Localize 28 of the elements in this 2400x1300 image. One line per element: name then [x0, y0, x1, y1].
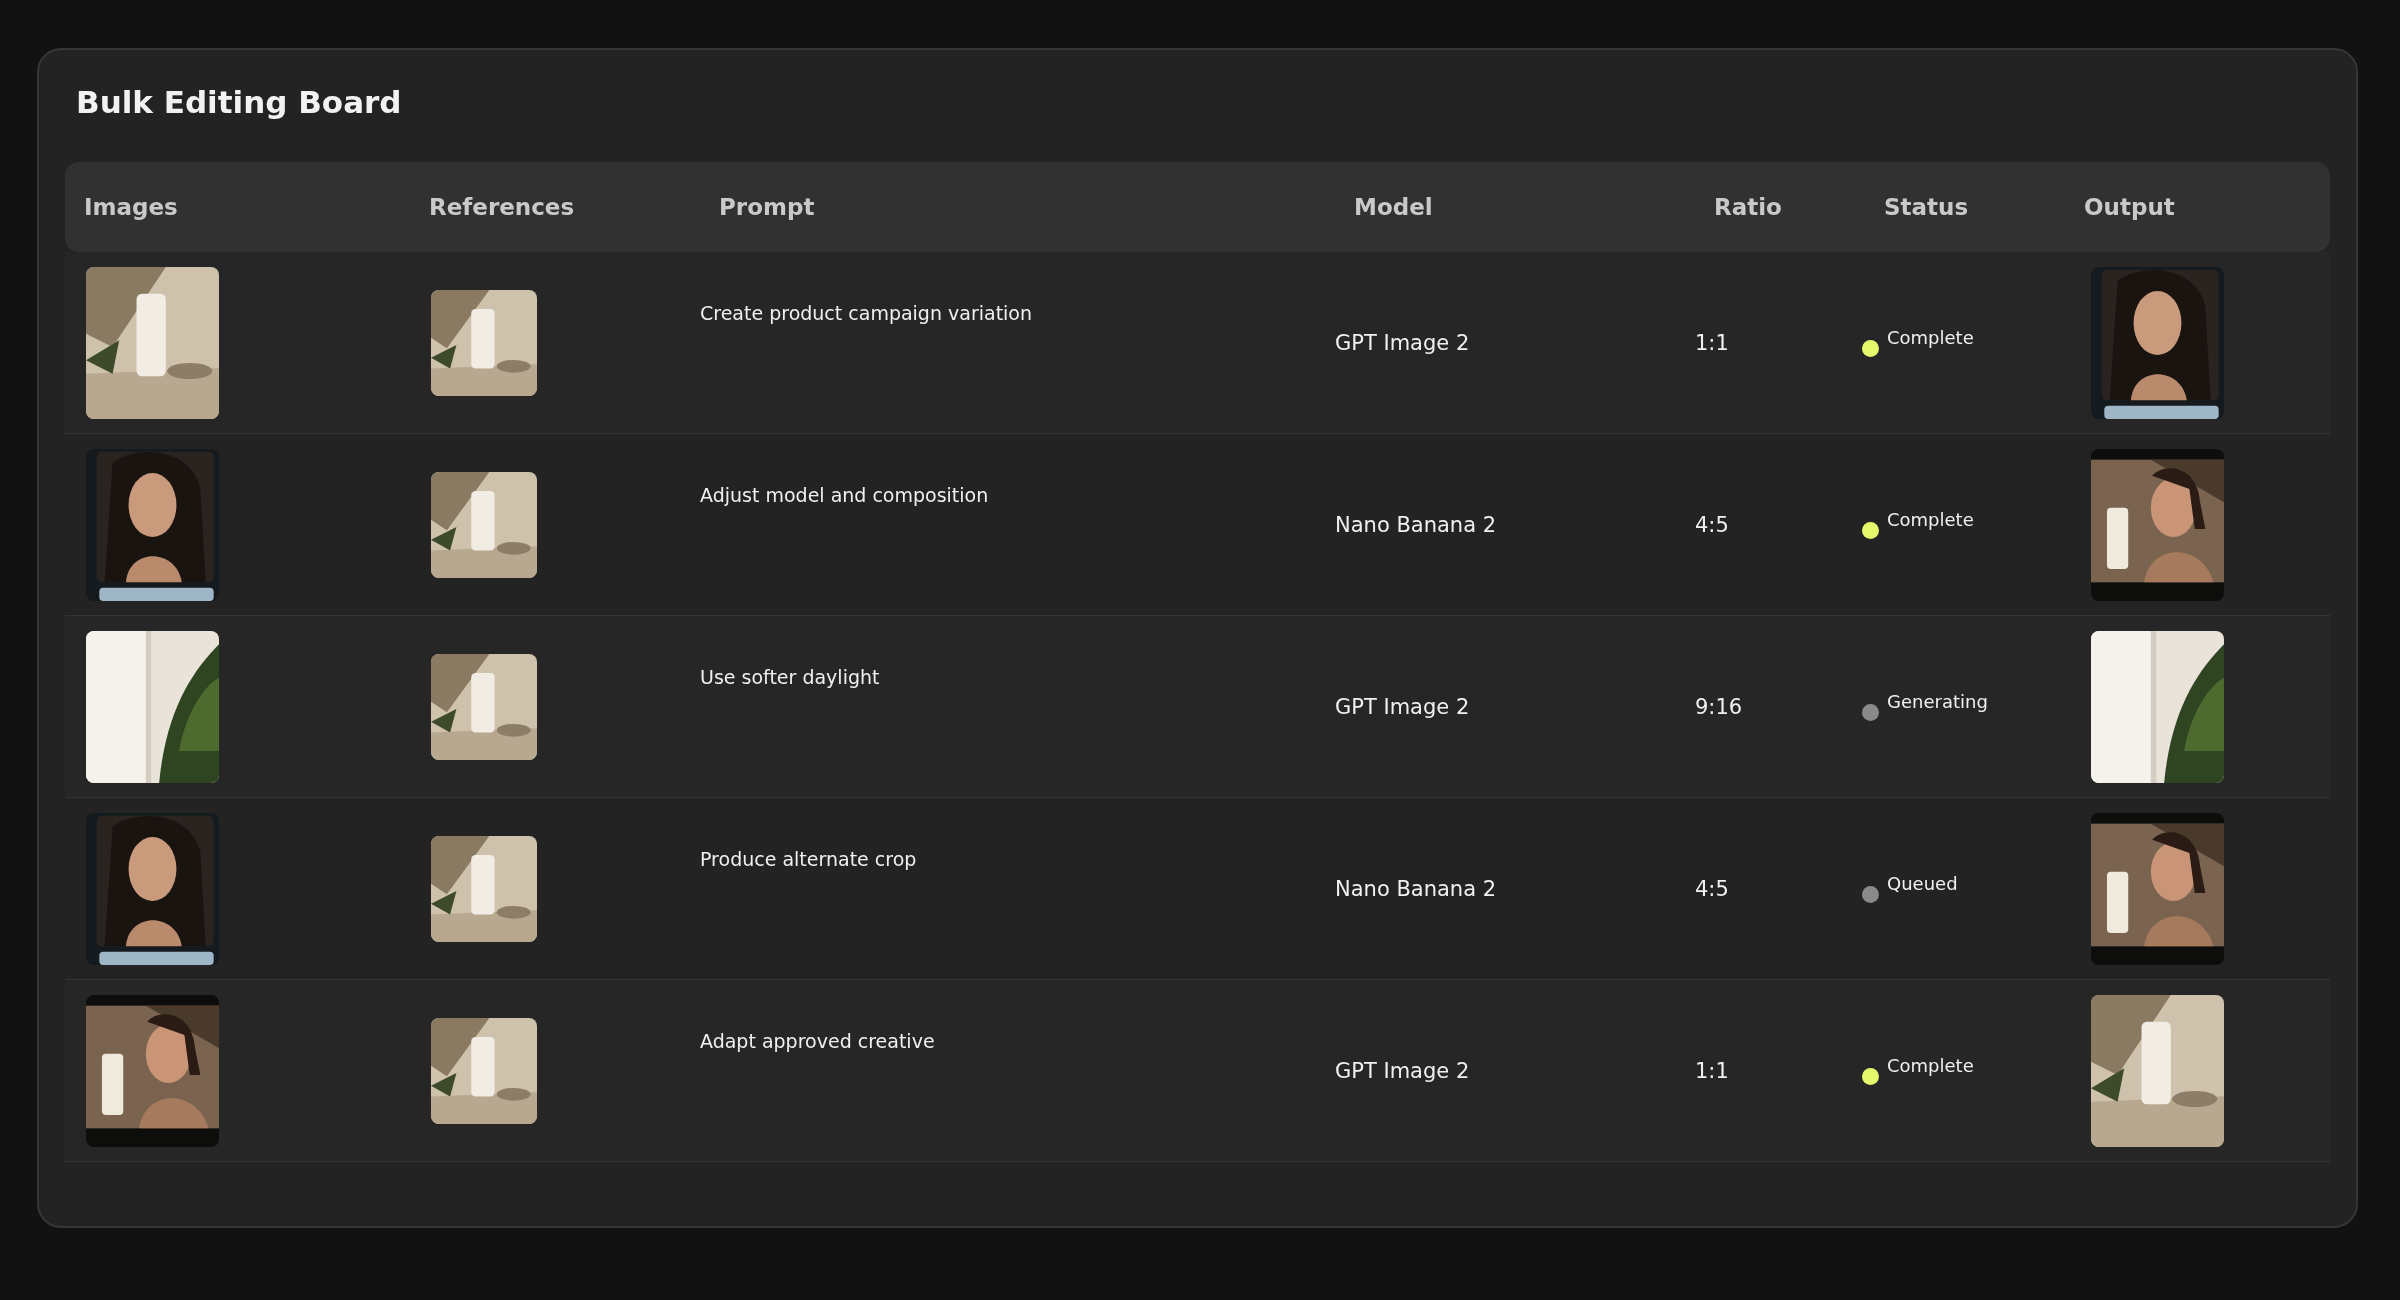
column-header: Prompt: [718, 194, 816, 220]
prompt-text: Produce alternate crop: [700, 848, 917, 870]
prompt-text: Adjust model and composition: [700, 484, 989, 506]
column-header: Images: [83, 194, 179, 220]
prompt-text: Adapt approved creative: [700, 1030, 935, 1052]
prompt-text: Use softer daylight: [700, 666, 880, 688]
status-label: Queued: [1887, 873, 1958, 894]
column-header: Status: [1883, 194, 1970, 220]
ratio-value: 4:5: [1695, 876, 1729, 901]
column-header: Output: [2083, 194, 2176, 220]
column-header: Ratio: [1713, 194, 1783, 220]
status-label: Complete: [1887, 1055, 1974, 1076]
status-label: Complete: [1887, 327, 1974, 348]
model-name: GPT Image 2: [1335, 1058, 1470, 1083]
status-label: Complete: [1887, 509, 1974, 530]
board-title: Bulk Editing Board: [75, 84, 403, 120]
model-name: Nano Banana 2: [1335, 512, 1497, 537]
prompt-text: Create product campaign variation: [700, 302, 1033, 324]
model-name: GPT Image 2: [1335, 694, 1470, 719]
ratio-value: 1:1: [1695, 1058, 1729, 1083]
ratio-value: 1:1: [1695, 330, 1729, 355]
column-header: Model: [1353, 194, 1434, 220]
status-label: Generating: [1887, 691, 1988, 712]
ratio-value: 9:16: [1695, 694, 1743, 719]
ratio-value: 4:5: [1695, 512, 1729, 537]
model-name: Nano Banana 2: [1335, 876, 1497, 901]
model-name: GPT Image 2: [1335, 330, 1470, 355]
column-header: References: [428, 194, 576, 220]
